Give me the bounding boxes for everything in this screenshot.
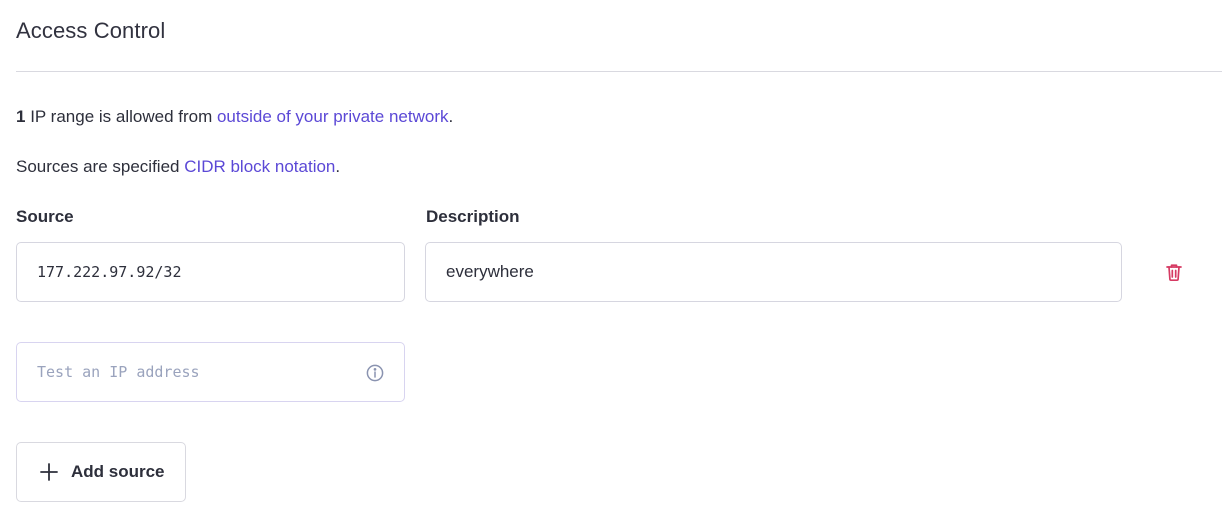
- test-ip-input[interactable]: [17, 343, 404, 401]
- info-icon[interactable]: [366, 364, 384, 382]
- page-title: Access Control: [16, 18, 166, 43]
- add-source-button[interactable]: Add source: [16, 442, 186, 502]
- summary-period: .: [448, 107, 454, 126]
- cidr-notation-link[interactable]: CIDR block notation: [184, 157, 335, 176]
- ip-range-summary: 1 IP range is allowed from outside of yo…: [16, 107, 453, 127]
- source-column-label: Source: [16, 207, 74, 226]
- source-input[interactable]: [17, 243, 404, 301]
- summary-text: IP range is allowed from: [25, 107, 217, 126]
- notation-info: Sources are specified CIDR block notatio…: [16, 157, 340, 177]
- add-source-label: Add source: [71, 462, 165, 481]
- description-field: [425, 242, 1122, 302]
- plus-icon: [40, 463, 58, 481]
- header-divider: [16, 71, 1222, 72]
- notation-period: .: [335, 157, 341, 176]
- description-input[interactable]: [426, 243, 1121, 301]
- test-ip-field: [16, 342, 405, 402]
- source-field: [16, 242, 405, 302]
- notation-text: Sources are specified: [16, 157, 185, 176]
- trash-icon[interactable]: [1164, 262, 1184, 282]
- outside-network-link[interactable]: outside of your private network: [217, 107, 449, 126]
- description-column-label: Description: [426, 207, 520, 226]
